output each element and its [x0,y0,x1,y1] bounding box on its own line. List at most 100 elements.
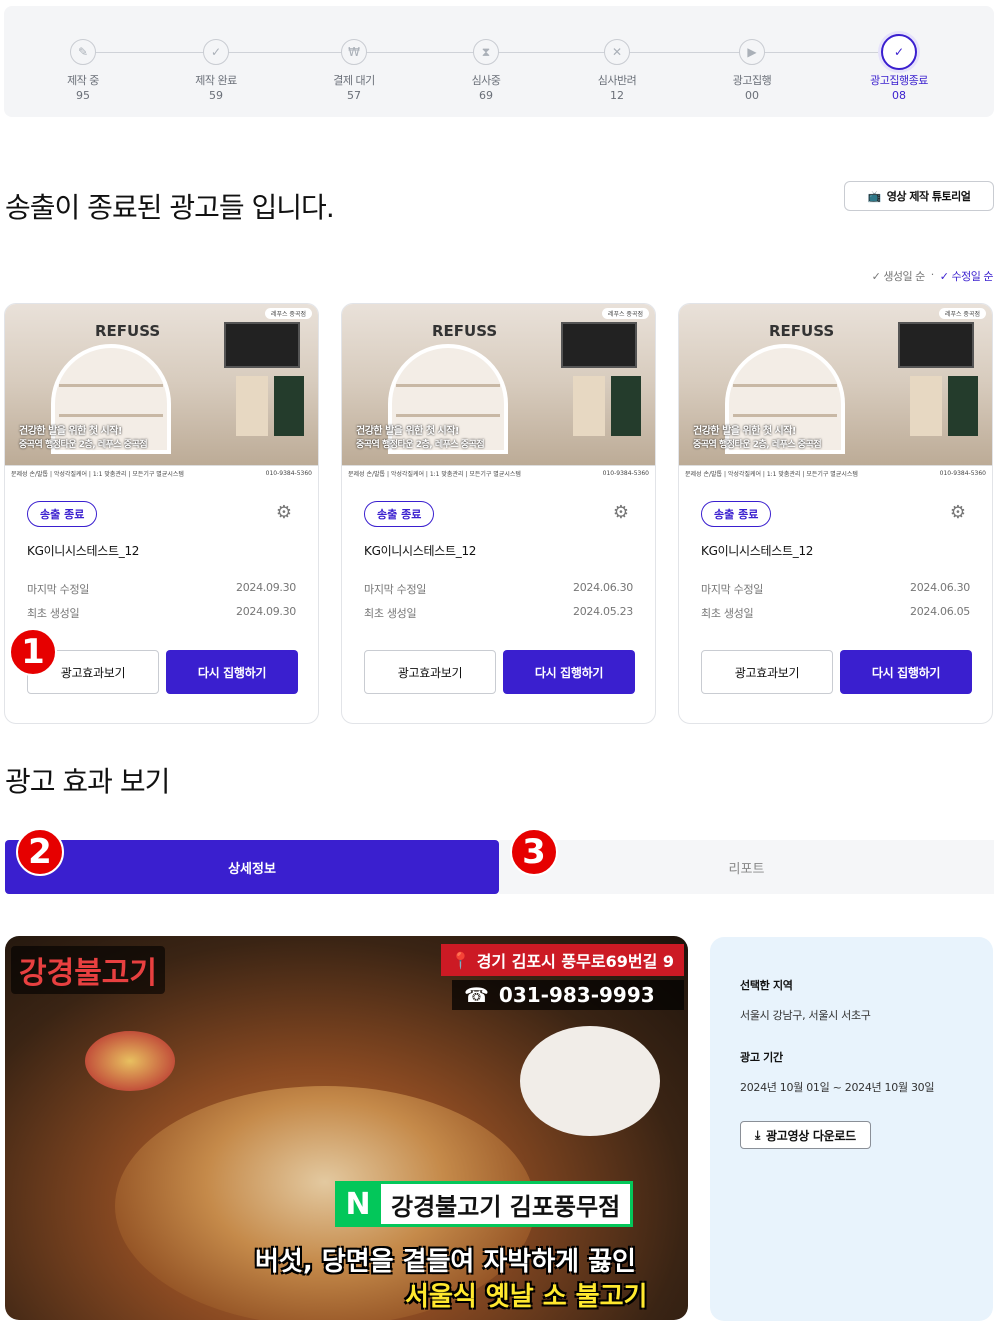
ad-name: KG이니시스테스트_12 [364,544,477,558]
ad-card: REFUSS 레푸스 중곡점 건강한 발을 위한 첫 시작! 중곡역 행정타운 … [678,303,993,724]
thumb-caption: 중곡역 행정타운 2층, 레푸스 중곡점 [19,440,148,450]
gear-icon[interactable]: ⚙ [274,503,294,523]
sort-modified[interactable]: ✓ 수정일 순 [939,268,994,284]
marker-1: 1 [9,628,57,676]
step-under-review[interactable]: ⧗ 심사중 69 [431,39,541,102]
play-icon: ▶ [739,39,765,65]
naver-badge: 레푸스 중곡점 [938,308,986,319]
check-icon: ✓ [939,270,952,283]
marker-2: 2 [16,828,64,876]
step-count: 69 [479,89,493,102]
document-check-icon: ✓ [203,39,229,65]
download-video-button[interactable]: ⤓ 광고영상 다운로드 [740,1121,871,1149]
view-effect-button[interactable]: 광고효과보기 [701,650,833,694]
x-circle-icon: ✕ [604,39,630,65]
ad-name: KG이니시스테스트_12 [27,544,140,558]
step-production-complete[interactable]: ✓ 제작 완료 59 [161,39,271,102]
thumb-caption: 중곡역 행정타운 2층, 레푸스 중곡점 [356,440,485,450]
step-ad-ended[interactable]: ✓ 광고집행종료 08 [844,34,954,102]
video-caption-highlight: 서울식 옛날 소 불고기 [405,1282,648,1312]
thumb-caption: 건강한 발을 위한 첫 시작! [19,426,123,437]
download-label: 광고영상 다운로드 [766,1128,856,1143]
thumb-strip: 문제성 손/발톱 | 악성각질케어 | 1:1 맞춤관리 | 모든기구 멸균시스… [342,465,655,481]
step-count: 08 [892,89,906,102]
shelf [396,384,500,387]
naver-badge: 레푸스 중곡점 [264,308,312,319]
sort-divider: · [930,268,935,281]
tutorial-label: 영상 제작 튜토리얼 [886,190,971,203]
marker-3: 3 [510,828,558,876]
sort-options: ✓ 생성일 순 · ✓ 수정일 순 [872,268,994,284]
rerun-button[interactable]: 다시 집행하기 [166,650,298,694]
wall-tv [561,322,637,368]
thumb-caption: 건강한 발을 위한 첫 시작! [693,426,797,437]
address-banner: 📍 경기 김포시 풍무로69번길 9 [440,944,684,976]
modified-row: 마지막 수정일 2024.09.30 [27,581,296,596]
ad-thumbnail[interactable]: REFUSS 레푸스 중곡점 건강한 발을 위한 첫 시작! 중곡역 행정타운 … [679,304,992,481]
view-effect-button[interactable]: 광고효과보기 [364,650,496,694]
sort-created[interactable]: ✓ 생성일 순 [872,268,926,284]
created-row: 최초 생성일 2024.09.30 [27,605,296,620]
side-dish-image [85,1031,175,1091]
modified-row: 마지막 수정일 2024.06.30 [364,581,633,596]
period-label: 광고 기간 [740,1051,783,1064]
thumb-strip: 문제성 손/발톱 | 악성각질케어 | 1:1 맞춤관리 | 모든기구 멸균시스… [5,465,318,481]
thumb-caption: 중곡역 행정타운 2층, 레푸스 중곡점 [693,440,822,450]
tab-report[interactable]: 리포트 [499,840,994,894]
period-value: 2024년 10월 01일 ~ 2024년 10월 30일 [740,1081,935,1094]
section-title: 광고 효과 보기 [5,765,170,798]
shelf [59,384,163,387]
naver-badge: 레푸스 중곡점 [601,308,649,319]
poster [573,376,605,436]
ad-thumbnail[interactable]: REFUSS 레푸스 중곡점 건강한 발을 위한 첫 시작! 중곡역 행정타운 … [342,304,655,481]
poster [948,376,978,436]
status-badge: 송출 종료 [364,501,435,527]
brand-logo: REFUSS [432,322,498,340]
step-label: 심사반려 [597,74,637,87]
step-count: 00 [745,89,759,102]
tv-icon: 📺 [867,189,882,203]
step-label: 광고집행종료 [870,74,928,87]
gear-icon[interactable]: ⚙ [948,503,968,523]
poster [236,376,268,436]
ad-name: KG이니시스테스트_12 [701,544,814,558]
step-in-production[interactable]: ✎ 제작 중 95 [28,39,138,102]
step-ad-running[interactable]: ▶ 광고집행 00 [697,39,807,102]
phone-banner: ☎ 031-983-9993 [452,980,684,1010]
status-badge: 송출 종료 [701,501,772,527]
ad-thumbnail[interactable]: REFUSS 레푸스 중곡점 건강한 발을 위한 첫 시작! 중곡역 행정타운 … [5,304,318,481]
video-caption: 버섯, 당면을 곁들여 자박하게 끓인 [255,1247,636,1277]
step-count: 59 [209,89,223,102]
step-label: 결제 대기 [333,74,375,87]
poster [910,376,942,436]
rerun-button[interactable]: 다시 집행하기 [840,650,972,694]
page-title: 송출이 종료된 광고들 입니다. [5,191,335,224]
status-badge: 송출 종료 [27,501,98,527]
poster [611,376,641,436]
shelf [733,414,837,417]
step-review-rejected[interactable]: ✕ 심사반려 12 [562,39,672,102]
download-icon: ⤓ [755,1127,761,1142]
shelf [733,384,837,387]
shop-logo: 강경불고기 [11,946,165,994]
brand-logo: REFUSS [95,322,161,340]
wall-tv [898,322,974,368]
region-value: 서울시 강남구, 서울시 서초구 [740,1009,871,1022]
tab-details[interactable]: 상세정보 [5,840,499,894]
created-row: 최초 생성일 2024.06.05 [701,605,970,620]
region-label: 선택한 지역 [740,979,793,992]
wall-tv [224,322,300,368]
naver-place-banner: N 강경불고기 김포풍무점 [335,1181,634,1227]
plate-image [520,1026,660,1136]
modified-row: 마지막 수정일 2024.06.30 [701,581,970,596]
ad-card: REFUSS 레푸스 중곡점 건강한 발을 위한 첫 시작! 중곡역 행정타운 … [341,303,656,724]
tutorial-button[interactable]: 📺 영상 제작 튜토리얼 [844,181,994,211]
rerun-button[interactable]: 다시 집행하기 [503,650,635,694]
created-row: 최초 생성일 2024.05.23 [364,605,633,620]
step-label: 광고집행 [732,74,772,87]
gear-icon[interactable]: ⚙ [611,503,631,523]
step-label: 제작 중 [67,74,99,87]
ad-video-preview[interactable]: 강경불고기 📍 경기 김포시 풍무로69번길 9 ☎ 031-983-9993 N강… [5,936,688,1320]
step-payment-pending[interactable]: ₩ 결제 대기 57 [299,39,409,102]
brand-logo: REFUSS [769,322,835,340]
